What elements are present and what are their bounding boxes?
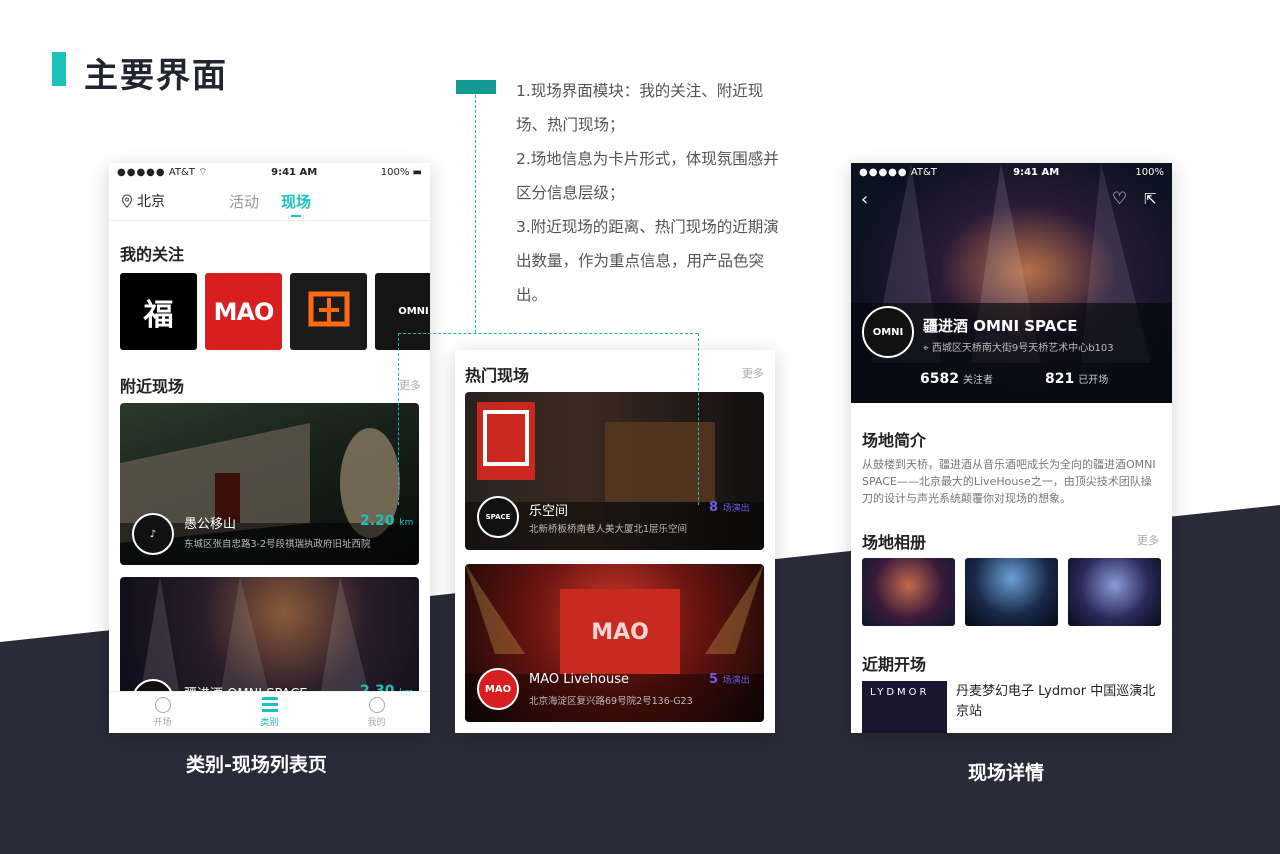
connector-line bbox=[398, 333, 698, 334]
intro-title: 场地简介 bbox=[862, 431, 927, 450]
poster-text: LYDMOR bbox=[870, 687, 930, 698]
venue-avatar: ♪ bbox=[132, 513, 174, 555]
venue-name: 疆进酒 OMNI SPACE bbox=[923, 317, 1078, 335]
album-title: 场地相册 bbox=[862, 533, 927, 552]
venue-name: 乐空间 bbox=[529, 504, 569, 519]
hot-more-link[interactable]: 更多 bbox=[742, 365, 764, 381]
tab-venues[interactable]: 现场 bbox=[281, 191, 311, 212]
followers-stat: 6582 关注者 bbox=[920, 371, 993, 387]
phone-screen-hot: 热门现场 更多 SPACE 乐空间 北新桥板桥南巷人美大厦北1层乐空间 8 场演… bbox=[455, 350, 775, 733]
album-photo[interactable] bbox=[862, 558, 955, 626]
tabbar-item-mine[interactable]: 我的 bbox=[323, 692, 430, 733]
connector-line bbox=[398, 333, 399, 505]
venue-avatar: SPACE bbox=[477, 496, 519, 538]
venue-address: 东城区张自忠路3-2号段祺瑞执政府旧址西院 bbox=[184, 539, 371, 550]
hot-venue-card[interactable]: MAO MAO MAO Livehouse 北京海淀区复兴路69号院2号136-… bbox=[465, 564, 764, 722]
nearby-card[interactable]: ♪ 愚公移山 东城区张自忠路3-2号段祺瑞执政府旧址西院 2.20 km bbox=[120, 403, 419, 565]
following-title: 我的关注 bbox=[120, 245, 185, 264]
card-photo bbox=[140, 577, 370, 697]
tabbar-item-category[interactable]: 类别 bbox=[216, 692, 323, 733]
flame-icon bbox=[154, 697, 171, 713]
carrier: AT&T bbox=[910, 166, 937, 178]
fu-logo: 福 bbox=[143, 297, 174, 333]
page-title: 主要界面 bbox=[84, 56, 228, 96]
location-pin-icon: ⌖ bbox=[923, 343, 929, 354]
mao-logo: MAO bbox=[213, 297, 275, 326]
notes-marker bbox=[456, 80, 496, 94]
venue-hero: ●●●●● AT&T 9:41 AM 100% ‹ ♡ ⇱ OMNI 疆进酒 O… bbox=[851, 163, 1172, 403]
event-poster[interactable]: LYDMOR bbox=[862, 681, 947, 733]
notes: 1.现场界面模块：我的关注、附近现场、热门现场； 2.场地信息为卡片形式，体现氛… bbox=[516, 74, 786, 312]
venue-address: ⌖ 西城区天桥南大街9号天桥艺术中心b103 bbox=[923, 343, 1114, 354]
back-icon[interactable]: ‹ bbox=[861, 189, 868, 210]
title-accent-bar bbox=[52, 52, 66, 86]
battery-level: 100% bbox=[1135, 166, 1164, 178]
carrier: AT&T bbox=[168, 166, 195, 178]
venue-distance: 2.20 km bbox=[360, 513, 414, 529]
venue-address: 北新桥板桥南巷人美大厦北1层乐空间 bbox=[529, 524, 688, 535]
connector-line bbox=[475, 95, 476, 333]
wifi-icon: ⌔ bbox=[198, 166, 208, 178]
recent-title: 近期开场 bbox=[862, 655, 927, 674]
phone-screen-list: ●●●●● AT&T ⌔ 9:41 AM 100% ▬ 北京 活动 现场 我的关… bbox=[109, 163, 430, 733]
phone-screen-detail: ●●●●● AT&T 9:41 AM 100% ‹ ♡ ⇱ OMNI 疆进酒 O… bbox=[851, 163, 1172, 733]
note-item: 3.附近现场的距离、热门现场的近期演出数量，作为重点信息，用产品色突出。 bbox=[516, 218, 779, 304]
nearby-title: 附近现场 bbox=[120, 377, 185, 396]
status-time: 9:41 AM bbox=[1013, 166, 1060, 178]
venue-name: MAO Livehouse bbox=[529, 672, 629, 687]
status-bar: ●●●●● AT&T 9:41 AM 100% bbox=[851, 163, 1172, 181]
battery-icon: ▬ bbox=[412, 166, 422, 178]
venue-avatar: OMNI bbox=[862, 306, 914, 358]
caption-detail-page: 现场详情 bbox=[968, 762, 1045, 784]
shows-stat: 821 已开场 bbox=[1045, 371, 1109, 387]
venue-name: 愚公移山 bbox=[184, 517, 237, 532]
note-item: 1.现场界面模块：我的关注、附近现场、热门现场； bbox=[516, 82, 764, 134]
bottom-tab-bar: 开场 类别 我的 bbox=[109, 691, 430, 733]
status-time: 9:41 AM bbox=[271, 166, 318, 178]
heart-icon[interactable]: ♡ bbox=[1112, 189, 1127, 209]
city-label: 北京 bbox=[137, 194, 165, 210]
event-title[interactable]: 丹麦梦幻电子 Lydmor 中国巡演北京站 bbox=[956, 682, 1161, 722]
battery-level: 100% bbox=[380, 166, 410, 178]
share-icon[interactable]: ⇱ bbox=[1144, 190, 1157, 208]
tabbar-item-start[interactable]: 开场 bbox=[109, 692, 216, 733]
status-bar: ●●●●● AT&T ⌔ 9:41 AM 100% ▬ bbox=[109, 163, 430, 181]
active-tab-indicator bbox=[291, 215, 301, 217]
followed-venue-space[interactable] bbox=[290, 273, 367, 350]
followed-venue-omni[interactable]: OMNI bbox=[375, 273, 430, 350]
nearby-more-link[interactable]: 更多 bbox=[399, 377, 421, 393]
city-selector[interactable]: 北京 bbox=[121, 191, 165, 211]
venue-show-count: 5 场演出 bbox=[709, 672, 750, 687]
venue-address: 北京海淀区复兴路69号院2号136-G23 bbox=[529, 696, 693, 707]
svg-text:MAO: MAO bbox=[591, 620, 649, 645]
tab-events[interactable]: 活动 bbox=[229, 191, 259, 212]
signal-icon: ●●●●● bbox=[117, 166, 166, 178]
album-more-link[interactable]: 更多 bbox=[1137, 532, 1159, 548]
top-nav: 北京 活动 现场 bbox=[109, 185, 430, 221]
user-icon bbox=[368, 697, 385, 713]
venue-show-count: 8 场演出 bbox=[709, 500, 750, 515]
followed-venue-mao[interactable]: MAO bbox=[205, 273, 282, 350]
album-photo[interactable] bbox=[1068, 558, 1161, 626]
note-item: 2.场地信息为卡片形式，体现氛围感并区分信息层级； bbox=[516, 150, 779, 202]
hot-venue-card[interactable]: SPACE 乐空间 北新桥板桥南巷人美大厦北1层乐空间 8 场演出 bbox=[465, 392, 764, 550]
category-icon bbox=[261, 697, 278, 713]
venue-avatar: MAO bbox=[477, 668, 519, 710]
connector-line bbox=[698, 333, 699, 505]
followed-venue-fu[interactable]: 福 bbox=[120, 273, 197, 350]
nearby-card[interactable]: OMNI 疆进酒 OMNI SPACE 2.30 km bbox=[120, 577, 419, 697]
signal-icon: ●●●●● bbox=[859, 166, 908, 178]
hot-title: 热门现场 bbox=[465, 366, 530, 385]
omni-logo: OMNI bbox=[398, 306, 429, 317]
caption-list-page: 类别-现场列表页 bbox=[186, 754, 327, 776]
location-pin-icon bbox=[121, 194, 133, 208]
intro-text: 从鼓楼到天桥，疆进酒从音乐酒吧成长为全向的疆进酒OMNI SPACE——北京最大… bbox=[862, 458, 1156, 505]
album-photo[interactable] bbox=[965, 558, 1058, 626]
space-logo bbox=[308, 291, 349, 326]
